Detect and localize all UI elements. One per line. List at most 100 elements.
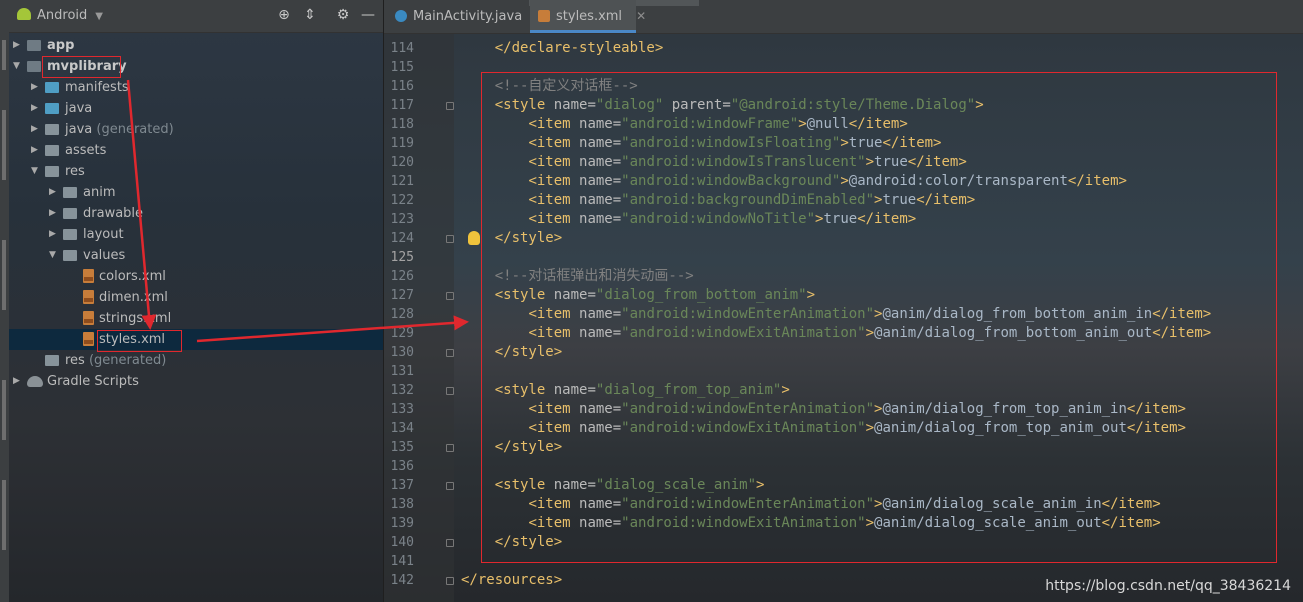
chevron-right-icon[interactable]: ▶	[13, 35, 20, 56]
tree-item-text: colors.xml	[99, 269, 166, 284]
tree-item-text: java	[65, 122, 93, 137]
favorites-tool-button[interactable]	[2, 480, 6, 550]
tree-item-layout[interactable]: ▶ layout	[9, 224, 383, 245]
line-number: 122	[390, 193, 414, 208]
tree-item-label: res (generated)	[65, 350, 166, 371]
line-number: 128	[390, 307, 414, 322]
folder-icon	[45, 82, 59, 93]
hide-panel-icon[interactable]: —	[361, 8, 375, 22]
tree-item-text: res	[65, 353, 85, 368]
chevron-right-icon[interactable]: ▶	[13, 371, 20, 392]
chevron-down-icon[interactable]: ▼	[49, 245, 56, 266]
watermark: https://blog.csdn.net/qq_38436214	[1045, 578, 1291, 594]
tab-mainactivity[interactable]: MainActivity.java✕	[387, 0, 546, 33]
folder-icon	[63, 187, 77, 198]
line-number: 131	[390, 364, 414, 379]
chevron-right-icon[interactable]: ▶	[49, 203, 56, 224]
fold-marker-icon[interactable]	[446, 482, 454, 490]
folder-icon	[45, 124, 59, 135]
project-view-selector[interactable]: Android ▼	[17, 8, 103, 23]
resource-manager-tool-button[interactable]	[2, 110, 6, 180]
xml-file-icon	[83, 332, 94, 346]
line-number: 114	[390, 41, 414, 56]
tree-item-label: strings.xml	[99, 308, 171, 329]
line-number: 133	[390, 402, 414, 417]
tree-item-label: res	[65, 161, 85, 182]
lightbulb-icon[interactable]	[468, 231, 480, 245]
tree-item-res[interactable]: res (generated)	[9, 350, 383, 371]
close-icon[interactable]: ✕	[636, 9, 646, 23]
line-number: 125	[390, 250, 414, 265]
folder-icon	[63, 250, 77, 261]
chevron-down-icon[interactable]: ▼	[13, 56, 20, 77]
line-number: 140	[390, 535, 414, 550]
tree-item-text: layout	[83, 227, 124, 242]
tree-item-label: java (generated)	[65, 119, 174, 140]
line-number: 123	[390, 212, 414, 227]
tree-item-java[interactable]: ▶ java (generated)	[9, 119, 383, 140]
tree-item-assets[interactable]: ▶ assets	[9, 140, 383, 161]
line-number: 129	[390, 326, 414, 341]
folder-icon	[45, 103, 59, 114]
chevron-right-icon[interactable]: ▶	[49, 182, 56, 203]
folder-icon	[45, 145, 59, 156]
fold-marker-icon[interactable]	[446, 235, 454, 243]
tree-item-app[interactable]: ▶ app	[9, 35, 383, 56]
line-number: 132	[390, 383, 414, 398]
line-number: 127	[390, 288, 414, 303]
tree-item-label: drawable	[83, 203, 143, 224]
tree-item-label: values	[83, 245, 125, 266]
tab-styles-xml[interactable]: styles.xml ✕	[530, 0, 646, 33]
tree-item-styles-xml[interactable]: styles.xml	[9, 329, 383, 350]
project-panel: Android ▼ ⊕ ⇕ ⚙ — ▶ app ▼ mvplibrary ▶ manifes…	[9, 0, 384, 602]
fold-marker-icon[interactable]	[446, 444, 454, 452]
project-toolbar: Android ▼ ⊕ ⇕ ⚙ —	[9, 0, 383, 33]
xml-file-icon	[538, 10, 550, 22]
tree-item-anim[interactable]: ▶ anim	[9, 182, 383, 203]
tree-item-drawable[interactable]: ▶ drawable	[9, 203, 383, 224]
gear-icon[interactable]: ⚙	[336, 8, 350, 22]
fold-marker-icon[interactable]	[446, 349, 454, 357]
fold-marker-icon[interactable]	[446, 387, 454, 395]
target-icon[interactable]: ⊕	[277, 8, 291, 22]
project-tool-button[interactable]	[2, 40, 6, 70]
line-number: 117	[390, 98, 414, 113]
chevron-right-icon[interactable]: ▶	[31, 98, 38, 119]
tree-item-strings-xml[interactable]: strings.xml	[9, 308, 383, 329]
chevron-down-icon[interactable]: ▼	[31, 161, 38, 182]
chevron-right-icon[interactable]: ▶	[49, 224, 56, 245]
tree-item-dimen-xml[interactable]: dimen.xml	[9, 287, 383, 308]
chevron-right-icon[interactable]: ▶	[31, 77, 38, 98]
fold-marker-icon[interactable]	[446, 292, 454, 300]
fold-marker-icon[interactable]	[446, 102, 454, 110]
tree-item-res[interactable]: ▼ res	[9, 161, 383, 182]
tree-item-text: assets	[65, 143, 107, 158]
line-number: 141	[390, 554, 414, 569]
line-number: 130	[390, 345, 414, 360]
tree-item-gradle-scripts[interactable]: ▶ Gradle Scripts	[9, 371, 383, 392]
fold-marker-icon[interactable]	[446, 539, 454, 547]
structure-tool-button[interactable]	[2, 380, 6, 440]
tree-item-label: colors.xml	[99, 266, 166, 287]
chevron-right-icon[interactable]: ▶	[31, 140, 38, 161]
tree-item-java[interactable]: ▶ java	[9, 98, 383, 119]
chevron-right-icon[interactable]: ▶	[31, 119, 38, 140]
tree-item-values[interactable]: ▼ values	[9, 245, 383, 266]
line-number: 124	[390, 231, 414, 246]
tree-item-label: Gradle Scripts	[47, 371, 139, 392]
line-number: 119	[390, 136, 414, 151]
tree-item-text: manifests	[65, 80, 129, 95]
layout-captures-tool-button[interactable]	[2, 240, 6, 310]
tree-item-manifests[interactable]: ▶ manifests	[9, 77, 383, 98]
tree-item-label: dimen.xml	[99, 287, 168, 308]
xml-file-icon	[83, 290, 94, 304]
folder-icon	[63, 229, 77, 240]
tree-item-colors-xml[interactable]: colors.xml	[9, 266, 383, 287]
tree-item-text: strings.xml	[99, 311, 172, 326]
tree-item-label: anim	[83, 182, 115, 203]
gradle-icon	[27, 376, 43, 387]
collapse-all-icon[interactable]: ⇕	[303, 8, 317, 22]
tree-item-text: values	[83, 248, 126, 263]
fold-marker-icon[interactable]	[446, 577, 454, 585]
editor-tab-bar: MainActivity.java✕ styles.xml ✕	[384, 0, 1303, 34]
